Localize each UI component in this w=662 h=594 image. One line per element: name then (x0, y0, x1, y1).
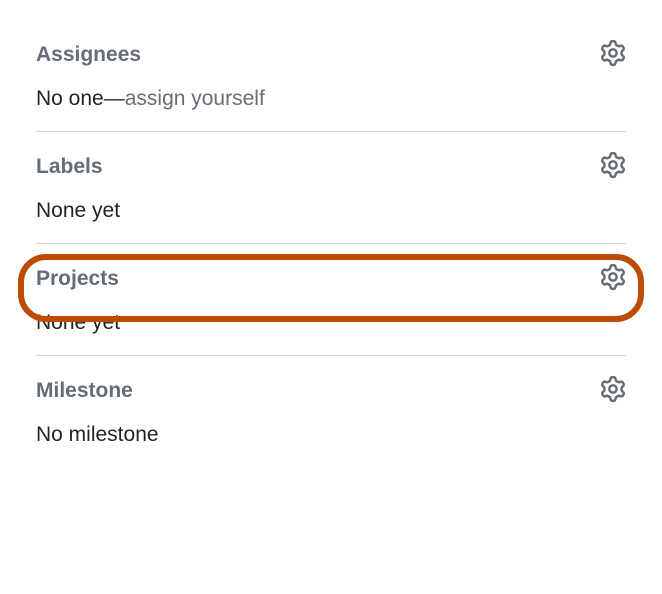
milestone-value: No milestone (36, 423, 626, 447)
projects-title: Projects (36, 267, 119, 291)
projects-header: Projects (36, 264, 626, 293)
labels-header: Labels (36, 152, 626, 181)
assignees-section: Assignees No one—assign yourself (0, 20, 662, 131)
milestone-settings-button[interactable] (600, 376, 626, 405)
assignees-settings-button[interactable] (600, 40, 626, 69)
assignees-no-one-text: No one— (36, 87, 125, 110)
gear-icon (600, 40, 626, 69)
labels-value: None yet (36, 199, 626, 223)
assign-yourself-link[interactable]: assign yourself (125, 87, 265, 110)
labels-section: Labels None yet (0, 132, 662, 243)
milestone-section: Milestone No milestone (0, 356, 662, 467)
milestone-title: Milestone (36, 379, 133, 403)
issue-sidebar: Assignees No one—assign yourself Labels … (0, 0, 662, 487)
milestone-header: Milestone (36, 376, 626, 405)
assignees-value: No one—assign yourself (36, 87, 626, 111)
assignees-header: Assignees (36, 40, 626, 69)
assignees-title: Assignees (36, 43, 141, 67)
projects-settings-button[interactable] (600, 264, 626, 293)
labels-title: Labels (36, 155, 103, 179)
projects-section: Projects None yet (0, 244, 662, 355)
gear-icon (600, 152, 626, 181)
projects-value: None yet (36, 311, 626, 335)
labels-settings-button[interactable] (600, 152, 626, 181)
gear-icon (600, 264, 626, 293)
gear-icon (600, 376, 626, 405)
